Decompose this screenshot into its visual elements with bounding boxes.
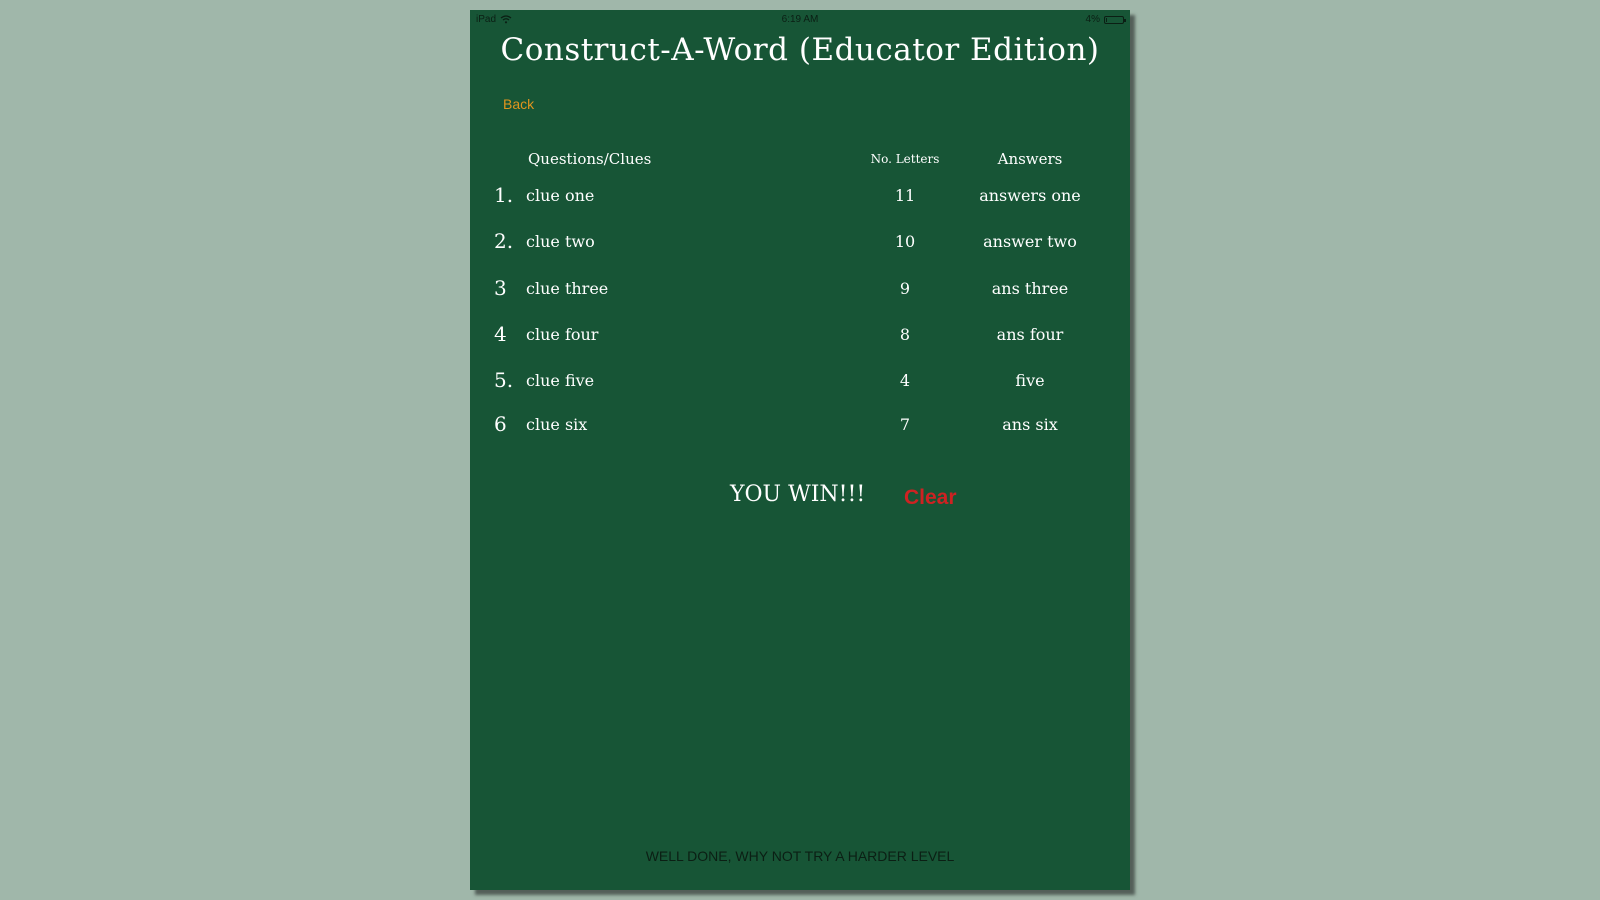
row-number: 2. (494, 229, 514, 253)
row-letter-count: 9 (899, 279, 911, 298)
clue-row: 2. clue two 10 answer two (470, 229, 1130, 262)
row-clue: clue one (526, 186, 595, 205)
header-answers: Answers (997, 150, 1063, 168)
row-clue: clue three (526, 279, 609, 298)
row-clue: clue two (526, 232, 595, 251)
footer-message: WELL DONE, WHY NOT TRY A HARDER LEVEL (645, 848, 955, 864)
row-answer: five (1015, 371, 1045, 390)
row-answer: answer two (983, 232, 1077, 251)
row-letter-count: 4 (899, 371, 911, 390)
clear-button[interactable]: Clear (904, 486, 957, 510)
row-letter-count: 11 (894, 186, 916, 205)
status-time: 6:19 AM (781, 14, 819, 25)
win-message: YOU WIN!!! (730, 482, 866, 507)
row-answer: answers one (979, 186, 1081, 205)
row-clue: clue five (526, 371, 595, 390)
row-number: 4 (494, 322, 507, 346)
ipad-screen: iPad 6:19 AM 4% Construct-A-Word (Educat… (470, 10, 1130, 890)
row-number: 6 (494, 412, 507, 436)
clue-row: 3 clue three 9 ans three (470, 276, 1130, 309)
row-answer: ans three (991, 279, 1069, 298)
row-number: 3 (494, 276, 507, 300)
clue-row: 6 clue six 7 ans six (470, 412, 1130, 445)
app-title: Construct-A-Word (Educator Edition) (500, 32, 1100, 68)
battery-fill (1106, 17, 1107, 22)
clue-row: 5. clue five 4 five (470, 368, 1130, 401)
row-number: 1. (494, 183, 514, 207)
row-letter-count: 7 (899, 415, 911, 434)
row-number: 5. (494, 368, 514, 392)
row-letter-count: 8 (899, 325, 911, 344)
clue-row: 1. clue one 11 answers one (470, 183, 1130, 216)
row-clue: clue six (526, 415, 588, 434)
battery-icon (1104, 15, 1126, 24)
status-right: 4% (1085, 14, 1126, 25)
battery-percent: 4% (1085, 14, 1100, 25)
row-letter-count: 10 (894, 232, 916, 251)
header-no-letters: No. Letters (870, 152, 940, 166)
row-clue: clue four (526, 325, 599, 344)
status-bar: iPad 6:19 AM 4% (470, 10, 1130, 28)
row-answer: ans four (996, 325, 1064, 344)
clue-row: 4 clue four 8 ans four (470, 322, 1130, 355)
header-questions-clues: Questions/Clues (528, 150, 652, 168)
row-answer: ans six (1002, 415, 1058, 434)
back-button[interactable]: Back (503, 96, 534, 112)
